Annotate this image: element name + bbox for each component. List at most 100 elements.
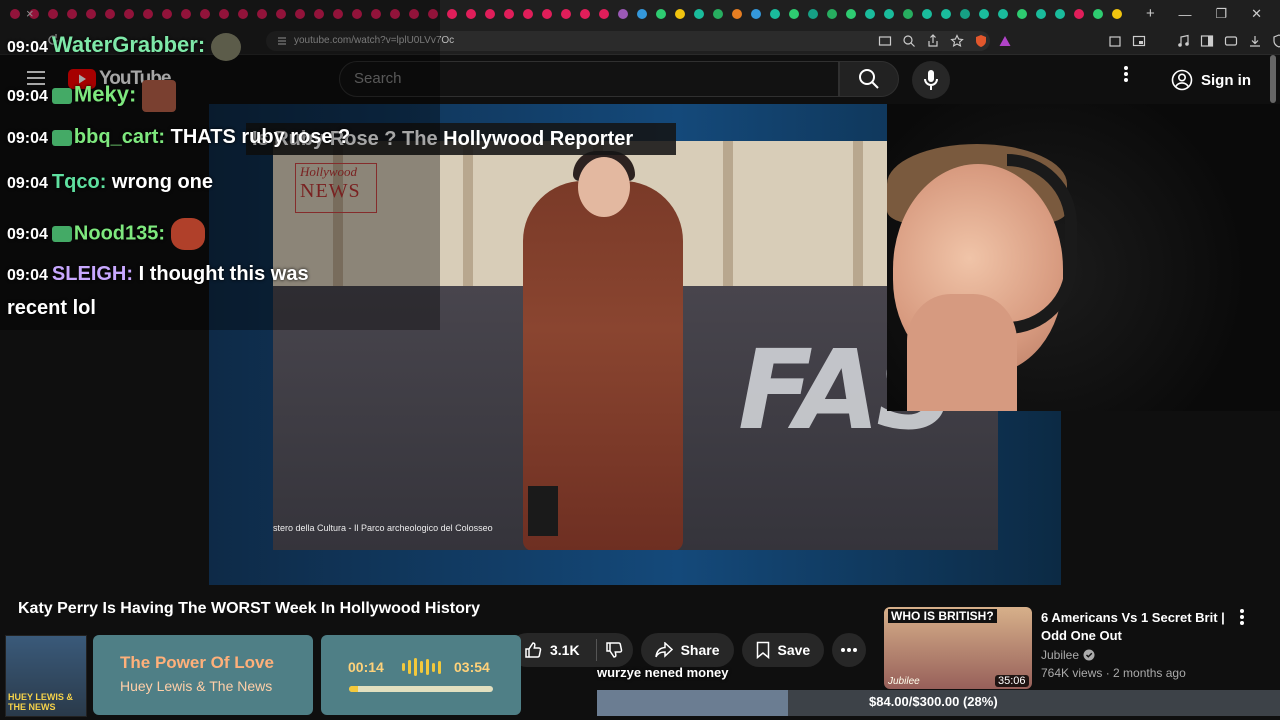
chat-username: Nood135 [73, 222, 159, 245]
search-button[interactable] [839, 61, 899, 97]
chat-text: recent lol [7, 297, 96, 319]
audio-visualizer-icon [402, 658, 441, 676]
maximize-button[interactable]: ❐ [1215, 6, 1227, 22]
browser-tab-favicon[interactable] [922, 9, 932, 19]
brave-shield-icon[interactable] [974, 34, 988, 48]
thumbs-down-icon[interactable] [605, 641, 623, 659]
voice-search-button[interactable] [912, 61, 950, 99]
browser-tab-favicon[interactable] [846, 9, 856, 19]
song-elapsed-time: 00:14 [348, 659, 384, 675]
window-controls: — ❐ ✕ [1178, 0, 1280, 28]
chat-text: I thought this was [138, 263, 309, 285]
browser-tab-favicon[interactable] [1017, 9, 1027, 19]
suggested-video-menu-icon[interactable] [1240, 609, 1244, 625]
ellipsis-icon [841, 648, 858, 652]
suggested-video-title[interactable]: 6 Americans Vs 1 Secret Brit | Odd One O… [1041, 609, 1231, 645]
browser-tab-favicon[interactable] [561, 9, 571, 19]
thumbnail-brand-text: Jubilee [888, 676, 920, 687]
picture-in-picture-icon[interactable] [1132, 34, 1146, 48]
close-window-button[interactable]: ✕ [1251, 6, 1262, 22]
browser-tab-favicon[interactable] [941, 9, 951, 19]
toolbar-spacer [1156, 34, 1166, 48]
sign-in-label: Sign in [1201, 71, 1251, 89]
account-icon [1171, 69, 1193, 91]
more-actions-button[interactable] [832, 633, 867, 667]
chat-username: bbq_cart [73, 126, 159, 148]
cast-icon[interactable] [878, 34, 892, 48]
video-duration-badge: 35:06 [995, 675, 1029, 687]
browser-tab-favicon[interactable] [827, 9, 837, 19]
browser-tab-favicon[interactable] [808, 9, 818, 19]
donation-goal-text: $84.00/$300.00 (28%) [869, 694, 998, 709]
suggested-channel[interactable]: Jubilee [1041, 648, 1095, 662]
browser-tab-favicon[interactable] [618, 9, 628, 19]
media-control-icon[interactable] [1176, 34, 1190, 48]
browser-tab-favicon[interactable] [789, 9, 799, 19]
browser-tab-favicon[interactable] [713, 9, 723, 19]
browser-tab-favicon[interactable] [447, 9, 457, 19]
video-title: Katy Perry Is Having The WORST Week In H… [18, 600, 481, 617]
browser-tab-favicon[interactable] [998, 9, 1008, 19]
browser-tab-favicon[interactable] [1093, 9, 1103, 19]
upload-age: 2 months ago [1113, 666, 1186, 680]
browser-tab-favicon[interactable] [884, 9, 894, 19]
search-icon [859, 69, 879, 89]
browser-tab-favicon[interactable] [979, 9, 989, 19]
page-scrollbar[interactable] [1270, 55, 1276, 103]
share-button[interactable]: Share [640, 633, 734, 667]
share-label: Share [680, 642, 720, 658]
zoom-icon[interactable] [902, 34, 916, 48]
brave-rewards-icon[interactable] [998, 34, 1012, 48]
thumbnail-title-text: WHO IS BRITISH? [888, 609, 997, 623]
browser-tab-favicon[interactable] [599, 9, 609, 19]
chat-username: WaterGrabber [51, 32, 198, 57]
more-options-icon[interactable] [1124, 66, 1128, 82]
browser-tab-favicon[interactable] [504, 9, 514, 19]
browser-tab-favicon[interactable] [1112, 9, 1122, 19]
user-badge-icon [51, 129, 72, 146]
share-icon [654, 642, 673, 658]
user-badge-icon [51, 226, 72, 242]
chat-timestamp: 09:04 [7, 267, 48, 284]
browser-tab-favicon[interactable] [770, 9, 780, 19]
browser-tab-favicon[interactable] [523, 9, 533, 19]
browser-tab-favicon[interactable] [675, 9, 685, 19]
song-title: The Power Of Love [120, 653, 274, 672]
video-caption: stero della Cultura - Il Parco archeolog… [273, 523, 493, 533]
browser-tab-favicon[interactable] [542, 9, 552, 19]
browser-tab-favicon[interactable] [903, 9, 913, 19]
browser-tab-favicon[interactable] [485, 9, 495, 19]
browser-tab-favicon[interactable] [865, 9, 875, 19]
browser-tab-favicon[interactable] [1036, 9, 1046, 19]
browser-tab-favicon[interactable] [466, 9, 476, 19]
save-button[interactable]: Save [741, 633, 825, 667]
video-actions: 3.1K Share Save [510, 633, 867, 669]
minimize-button[interactable]: — [1178, 7, 1191, 22]
wallet-icon[interactable] [1224, 34, 1238, 48]
share-page-icon[interactable] [926, 34, 940, 48]
browser-tab-favicon[interactable] [732, 9, 742, 19]
download-icon[interactable] [1248, 34, 1262, 48]
channel-name: Jubilee [1041, 648, 1080, 662]
chat-message: 09:04 Nood135: [7, 218, 205, 250]
browser-tab-favicon[interactable] [656, 9, 666, 19]
browser-tab-favicon[interactable] [580, 9, 590, 19]
chat-message: 09:04 Tqco: wrong one [7, 171, 214, 193]
sign-in-button[interactable]: Sign in [1163, 64, 1259, 96]
like-button[interactable]: 3.1K [510, 633, 633, 667]
browser-tab-favicon[interactable] [1055, 9, 1065, 19]
new-tab-button[interactable]: + [1146, 5, 1155, 22]
browser-tab-favicon[interactable] [751, 9, 761, 19]
browser-tab-favicon[interactable] [1074, 9, 1084, 19]
chat-message: 09:04 Meky: [7, 80, 176, 112]
chat-timestamp: 09:04 [7, 226, 48, 244]
chat-timestamp: 09:04 [7, 88, 48, 106]
bookmark-star-icon[interactable] [950, 34, 964, 48]
sidebar-icon[interactable] [1200, 34, 1214, 48]
chat-message: 09:04 SLEIGH: I thought this was [7, 263, 309, 285]
browser-tab-favicon[interactable] [960, 9, 970, 19]
extension-icon[interactable] [1108, 34, 1122, 48]
vpn-shield-icon[interactable] [1272, 34, 1280, 48]
browser-tab-favicon[interactable] [637, 9, 647, 19]
browser-tab-favicon[interactable] [694, 9, 704, 19]
